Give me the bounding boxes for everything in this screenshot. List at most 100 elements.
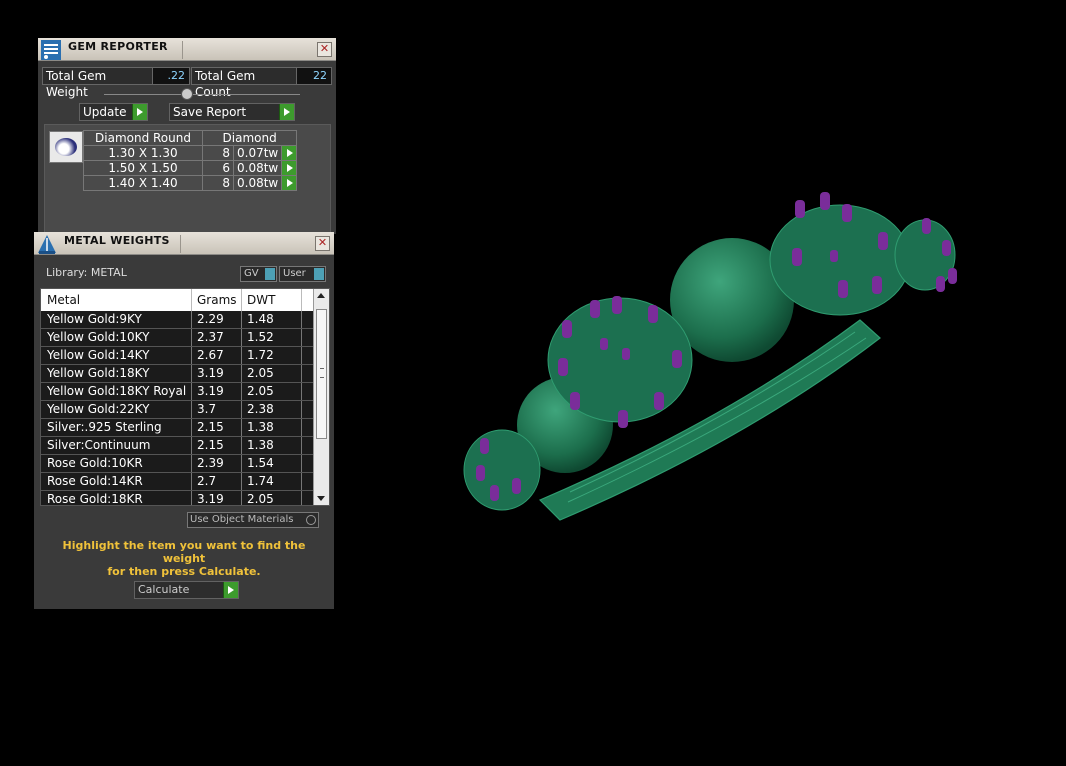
titlebar-divider <box>180 235 181 253</box>
total-gem-count-label: Total Gem Count <box>191 67 297 99</box>
metal-row[interactable]: Rose Gold:18KR 3.19 2.05 <box>41 491 313 506</box>
metal-row[interactable]: Yellow Gold:10KY 2.37 1.52 <box>41 329 313 347</box>
gem-row[interactable]: 1.50 X 1.50 6 0.08tw <box>83 160 298 176</box>
metal-row-metal: Yellow Gold:10KY <box>47 330 150 344</box>
panel-resize-handle[interactable] <box>181 88 193 100</box>
calculate-button[interactable]: Calculate <box>134 581 239 599</box>
metal-row[interactable]: Yellow Gold:14KY 2.67 1.72 <box>41 347 313 365</box>
gem-weight: 0.08tw <box>232 160 283 176</box>
gem-reporter-panel: GEM REPORTER ✕ Total Gem Weight .22 Tota… <box>38 38 336 234</box>
scroll-up-icon[interactable] <box>317 293 325 298</box>
metal-list-scrollbar[interactable] <box>313 289 329 505</box>
play-arrow-icon <box>279 104 294 120</box>
column-divider <box>241 491 242 505</box>
metal-list[interactable]: Metal Grams DWT Yellow Gold:9KY 2.29 1.48 Y… <box>40 288 330 506</box>
gem-reporter-close-icon[interactable]: ✕ <box>317 42 332 57</box>
use-object-materials-toggle[interactable]: Use Object Materials <box>187 512 319 528</box>
column-header-grams[interactable]: Grams <box>197 293 237 307</box>
gv-toggle-label: GV <box>244 268 259 279</box>
metal-row-grams: 2.15 <box>197 438 224 452</box>
user-toggle-label: User <box>283 268 306 279</box>
gem-weight: 0.07tw <box>232 145 283 161</box>
metal-row-grams: 2.37 <box>197 330 224 344</box>
metal-row-grams: 3.19 <box>197 492 224 506</box>
column-divider <box>301 401 302 418</box>
metal-row-dwt: 1.38 <box>247 438 274 452</box>
gem-reporter-titlebar[interactable]: GEM REPORTER ✕ <box>38 38 336 61</box>
column-divider <box>191 473 192 490</box>
metal-row[interactable]: Silver:.925 Sterling 2.15 1.38 <box>41 419 313 437</box>
metal-row-grams: 2.39 <box>197 456 224 470</box>
instruction-line-1: Highlight the item you want to find the … <box>62 539 306 565</box>
grip-icon <box>320 368 324 378</box>
column-divider <box>191 383 192 400</box>
metal-row[interactable]: Rose Gold:10KR 2.39 1.54 <box>41 455 313 473</box>
column-header-dwt[interactable]: DWT <box>247 293 275 307</box>
column-divider <box>301 419 302 436</box>
column-divider <box>241 311 242 328</box>
save-report-button[interactable]: Save Report <box>169 103 295 121</box>
radio-icon <box>306 515 316 525</box>
metal-row-grams: 2.67 <box>197 348 224 362</box>
cluster-base-small-left <box>463 429 541 511</box>
gv-library-toggle[interactable]: GV <box>240 266 277 282</box>
cluster-base-right <box>769 204 911 316</box>
total-gem-weight-value: .22 <box>152 67 190 85</box>
gem-weight: 0.08tw <box>232 175 283 191</box>
metal-row[interactable]: Rose Gold:14KR 2.7 1.74 <box>41 473 313 491</box>
scrollbar-thumb[interactable] <box>316 309 327 439</box>
gem-row[interactable]: 1.40 X 1.40 8 0.08tw <box>83 175 298 191</box>
user-library-toggle[interactable]: User <box>279 266 326 282</box>
metal-row-grams: 3.19 <box>197 384 224 398</box>
gem-size: 1.50 X 1.50 <box>83 160 203 176</box>
select-gem-arrow-icon[interactable] <box>281 175 298 191</box>
metal-row-grams: 3.7 <box>197 402 217 416</box>
scale-icon <box>38 235 56 254</box>
update-button[interactable]: Update <box>79 103 148 121</box>
column-divider <box>241 401 242 418</box>
play-arrow-icon <box>132 104 147 120</box>
column-divider <box>241 365 242 382</box>
metal-row-metal: Rose Gold:18KR <box>47 492 143 506</box>
3d-viewport[interactable] <box>440 160 1000 560</box>
save-report-button-label: Save Report <box>173 105 247 119</box>
metal-row-dwt: 2.05 <box>247 384 274 398</box>
diamond-round-thumbnail[interactable] <box>49 131 83 163</box>
metal-row-dwt: 1.72 <box>247 348 274 362</box>
gem-reporter-app-icon <box>41 40 61 60</box>
diamond-icon <box>55 138 77 156</box>
library-label: Library: METAL <box>46 266 127 279</box>
gem-shape-header: Diamond Round <box>83 130 203 146</box>
column-header-metal[interactable]: Metal <box>47 293 80 307</box>
metal-row-metal: Yellow Gold:14KY <box>47 348 150 362</box>
metal-row-grams: 3.19 <box>197 366 224 380</box>
metal-weights-panel: METAL WEIGHTS ✕ Library: METAL GV User M… <box>34 232 334 609</box>
cluster-base-main <box>547 297 693 423</box>
column-divider <box>191 437 192 454</box>
metal-row[interactable]: Yellow Gold:9KY 2.29 1.48 <box>41 311 313 329</box>
column-divider <box>301 329 302 346</box>
select-gem-arrow-icon[interactable] <box>281 145 298 161</box>
metal-row-metal: Rose Gold:14KR <box>47 474 143 488</box>
metal-row-dwt: 1.38 <box>247 420 274 434</box>
column-divider <box>301 473 302 490</box>
metal-weights-close-icon[interactable]: ✕ <box>315 236 330 251</box>
column-divider <box>191 365 192 382</box>
column-divider <box>301 383 302 400</box>
metal-row[interactable]: Yellow Gold:22KY 3.7 2.38 <box>41 401 313 419</box>
titlebar-divider <box>182 41 183 59</box>
gem-reporter-title: GEM REPORTER <box>68 40 168 53</box>
metal-row-metal: Yellow Gold:9KY <box>47 312 142 326</box>
select-gem-arrow-icon[interactable] <box>281 160 298 176</box>
metal-weights-titlebar[interactable]: METAL WEIGHTS ✕ <box>34 232 334 255</box>
calculate-button-label: Calculate <box>138 583 190 596</box>
metal-row[interactable]: Yellow Gold:18KY Royal 3.19 2.05 <box>41 383 313 401</box>
metal-row[interactable]: Silver:Continuum 2.15 1.38 <box>41 437 313 455</box>
column-divider <box>191 347 192 364</box>
column-divider <box>301 365 302 382</box>
scroll-down-icon[interactable] <box>317 496 325 501</box>
gem-row[interactable]: 1.30 X 1.30 8 0.07tw <box>83 145 298 161</box>
metal-row[interactable]: Yellow Gold:18KY 3.19 2.05 <box>41 365 313 383</box>
gem-count: 8 <box>202 175 234 191</box>
gem-size: 1.40 X 1.40 <box>83 175 203 191</box>
